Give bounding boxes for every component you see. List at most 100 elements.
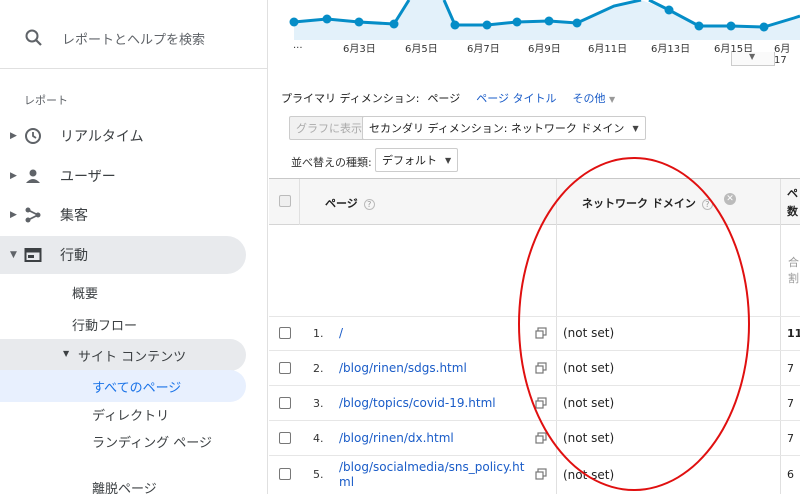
column-header-page[interactable]: ページ? xyxy=(325,195,375,211)
analytics-screen: レポートとヘルプを検索 レポート ▶ リアルタイム ▶ ユーザー ▶ 集客 ▼ … xyxy=(0,0,800,494)
column-header-metric[interactable]: ペ数 xyxy=(787,185,798,221)
page-link[interactable]: /blog/rinen/dx.html xyxy=(339,431,454,446)
sidebar-item-label: 行動 xyxy=(60,248,88,264)
chevron-down-icon: ▼ xyxy=(749,52,756,61)
search-box[interactable]: レポートとヘルプを検索 xyxy=(0,10,268,66)
row-number: 3. xyxy=(313,397,324,410)
chart-point xyxy=(322,14,332,24)
metric-cell: 7 xyxy=(787,397,794,410)
x-tick-label: ... xyxy=(293,40,303,51)
sidebar-sub-label: すべてのページ xyxy=(92,381,182,396)
open-page-icon[interactable] xyxy=(535,432,547,444)
row-number: 2. xyxy=(313,362,324,375)
person-icon xyxy=(26,169,40,183)
dimension-link-page-title[interactable]: ページ タイトル xyxy=(476,90,556,106)
dimension-link-other[interactable]: その他 ▼ xyxy=(573,90,616,106)
row-number: 5. xyxy=(313,468,324,481)
x-tick-label: 6月13日 xyxy=(651,44,691,55)
x-tick-label: 6月5日 xyxy=(405,44,438,55)
column-divider xyxy=(299,179,300,225)
remove-dimension-icon[interactable]: ✕ xyxy=(724,193,736,205)
sidebar-item-label: リアルタイム xyxy=(60,129,144,145)
sidebar-item-users[interactable]: ▶ ユーザー xyxy=(0,157,246,195)
caret-down-icon: ▼ xyxy=(10,250,17,260)
summary-value: 合割 xyxy=(788,256,799,285)
metric-cell: 11 xyxy=(787,327,800,340)
page-link[interactable]: /blog/socialmedia/sns_policy.ht ml xyxy=(339,460,529,490)
metric-cell: 6 xyxy=(787,468,794,481)
sidebar-sub-overview[interactable]: 概要 xyxy=(72,283,98,302)
sidebar-item-label: 集客 xyxy=(60,208,88,224)
table-row[interactable]: 5. /blog/socialmedia/sns_policy.ht ml (n… xyxy=(269,456,800,494)
sidebar: レポートとヘルプを検索 レポート ▶ リアルタイム ▶ ユーザー ▶ 集客 ▼ … xyxy=(0,0,268,494)
row-number: 1. xyxy=(313,327,324,340)
chart-point xyxy=(572,18,582,28)
chart-point xyxy=(694,21,704,31)
sidebar-sub-exit-pages[interactable]: 離脱ページ xyxy=(92,480,157,494)
section-label: レポート xyxy=(24,94,68,107)
row-number: 4. xyxy=(313,432,324,445)
sidebar-item-label: ユーザー xyxy=(60,169,116,185)
x-tick-label: 6月7日 xyxy=(467,44,500,55)
chart-point xyxy=(512,17,522,27)
primary-dimension-current: ページ xyxy=(427,92,461,105)
row-checkbox[interactable] xyxy=(279,432,291,444)
caret-down-icon: ▼ xyxy=(63,349,70,358)
chart-point xyxy=(289,17,299,27)
x-tick-label: 6月9日 xyxy=(528,44,561,55)
sidebar-sub-all-pages[interactable]: すべてのページ xyxy=(0,370,246,402)
sidebar-sub-site-content[interactable]: ▼ サイト コンテンツ xyxy=(0,339,246,371)
primary-dimension-bar: プライマリ ディメンション: ページ ページ タイトル その他 ▼ xyxy=(281,90,615,106)
caret-right-icon: ▶ xyxy=(10,171,17,181)
chart-expand-handle[interactable]: ▼ xyxy=(731,52,775,66)
sort-type-value: デフォルト xyxy=(382,154,437,167)
row-checkbox[interactable] xyxy=(279,327,291,339)
sort-type-select[interactable]: デフォルト ▼ xyxy=(375,148,459,172)
select-all-checkbox[interactable] xyxy=(279,195,291,207)
divider xyxy=(0,68,268,69)
sidebar-sub-label: サイト コンテンツ xyxy=(78,350,187,365)
caret-right-icon: ▶ xyxy=(10,210,17,220)
metric-cell: 7 xyxy=(787,432,794,445)
chart-point xyxy=(664,5,674,15)
page-link[interactable]: /blog/topics/covid-19.html xyxy=(339,396,496,411)
chevron-down-icon: ▼ xyxy=(632,123,639,133)
chart-line-svg xyxy=(289,0,800,40)
chart-point xyxy=(354,17,364,27)
sidebar-item-realtime[interactable]: ▶ リアルタイム xyxy=(0,117,246,155)
caret-down-icon: ▼ xyxy=(609,95,616,104)
row-checkbox[interactable] xyxy=(279,397,291,409)
caret-right-icon: ▶ xyxy=(10,131,17,141)
acquisition-icon xyxy=(25,207,41,223)
row-checkbox[interactable] xyxy=(279,468,291,480)
open-page-icon[interactable] xyxy=(535,468,547,480)
sidebar-sub-flow[interactable]: 行動フロー xyxy=(72,315,137,334)
metric-cell: 7 xyxy=(787,362,794,375)
sidebar-item-behavior[interactable]: ▼ 行動 xyxy=(0,236,246,274)
page-link[interactable]: /blog/rinen/sdgs.html xyxy=(339,361,467,376)
chart-point xyxy=(482,20,492,30)
chevron-down-icon: ▼ xyxy=(445,155,452,165)
x-tick-label: 6月17 xyxy=(774,44,791,66)
graph-button[interactable]: グラフに表示 xyxy=(289,116,369,140)
x-tick-label: 6月11日 xyxy=(588,44,628,55)
behavior-icon xyxy=(24,248,42,262)
chart-point xyxy=(544,16,554,26)
sidebar-sub-directory[interactable]: ディレクトリ xyxy=(92,407,169,427)
chart-point xyxy=(450,20,460,30)
page-link[interactable]: / xyxy=(339,326,343,341)
red-highlight-circle xyxy=(518,157,750,491)
sort-type-label: 並べ替えの種類: xyxy=(291,156,372,169)
primary-dimension-label: プライマリ ディメンション: xyxy=(281,92,420,105)
help-icon[interactable]: ? xyxy=(363,198,375,210)
secondary-dimension-select[interactable]: セカンダリ ディメンション: ネットワーク ドメイン ▼ xyxy=(362,116,646,140)
chart-point xyxy=(389,19,399,29)
search-icon xyxy=(25,29,42,46)
search-input[interactable]: レポートとヘルプを検索 xyxy=(62,29,205,48)
sidebar-item-acquisition[interactable]: ▶ 集客 xyxy=(0,196,246,234)
row-checkbox[interactable] xyxy=(279,362,291,374)
secondary-dimension-value: セカンダリ ディメンション: ネットワーク ドメイン xyxy=(369,122,625,135)
sidebar-sub-landing-pages[interactable]: ランディング ページ xyxy=(92,434,242,454)
chart-point xyxy=(726,21,736,31)
line-chart: ... 6月3日 6月5日 6月7日 6月9日 6月11日 6月13日 6月15… xyxy=(269,0,800,70)
